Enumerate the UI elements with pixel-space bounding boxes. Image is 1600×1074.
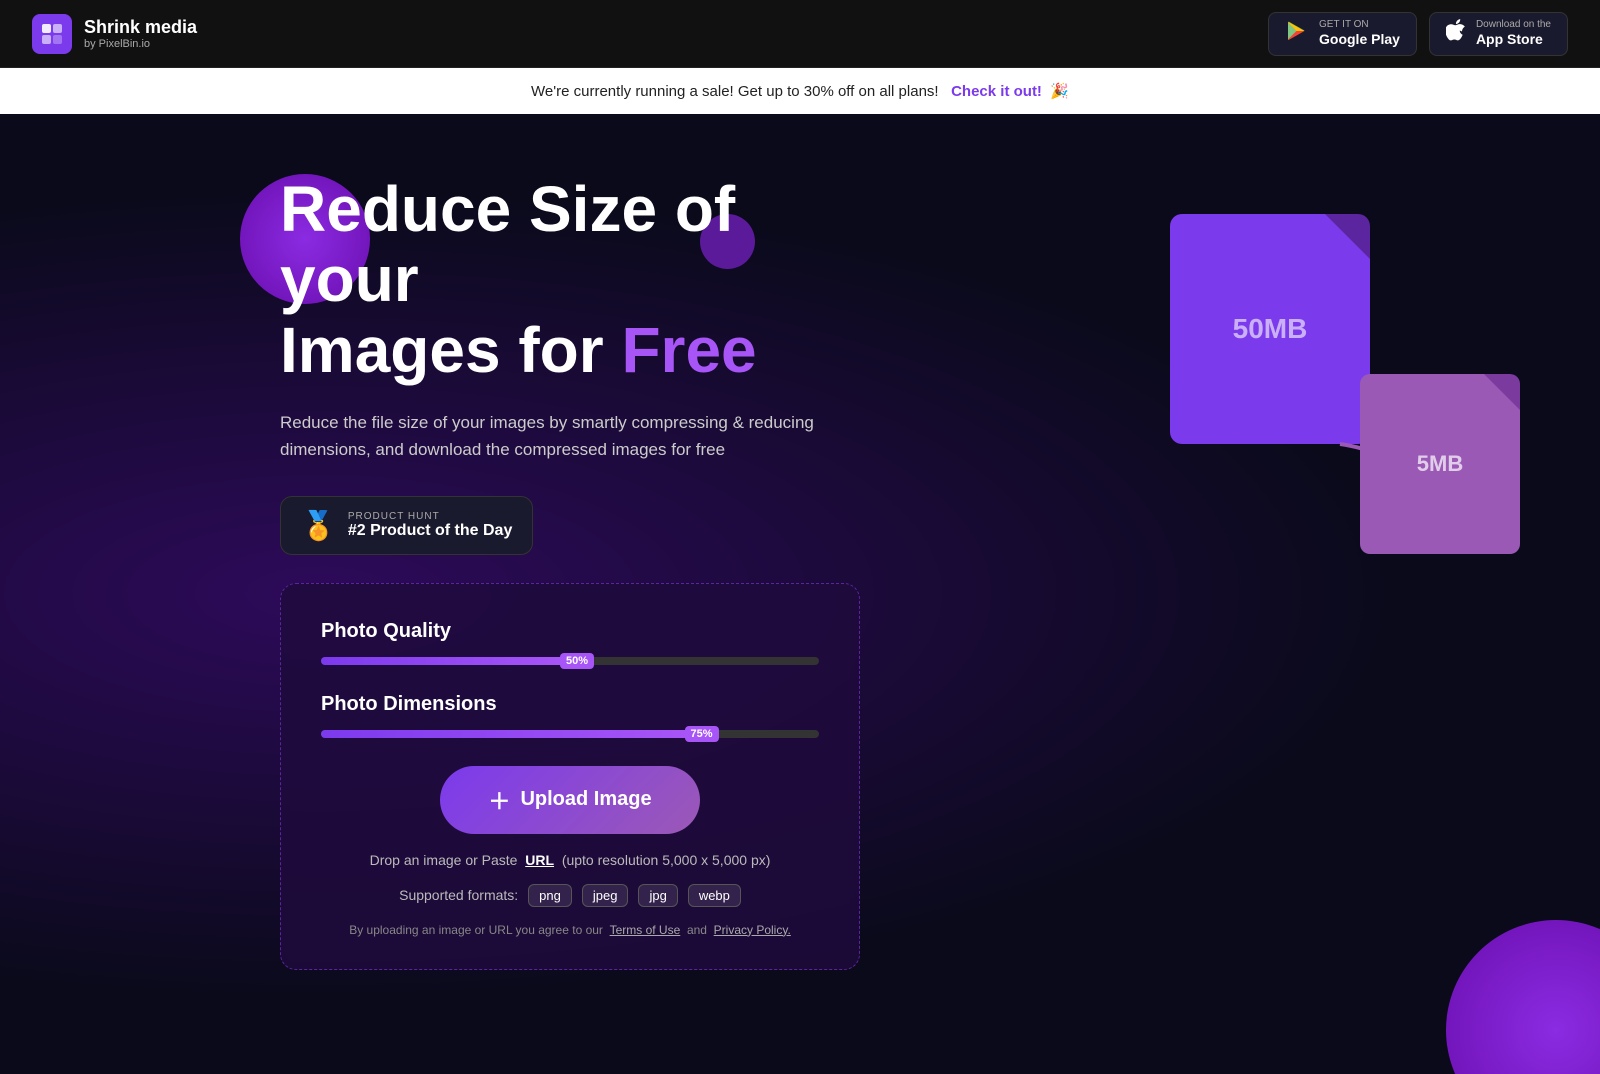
ph-label: PRODUCT HUNT: [348, 511, 512, 522]
paste-url-link[interactable]: URL: [525, 852, 554, 868]
file-illustration: 50MB 5MB: [1140, 214, 1520, 614]
upload-center: ＋ Upload Image Drop an image or Paste UR…: [321, 766, 819, 937]
hero-title-line1: Reduce Size of your: [280, 173, 735, 315]
store-buttons: GET IT ON Google Play Download on the Ap…: [1268, 12, 1568, 56]
upload-image-button[interactable]: ＋ Upload Image: [440, 766, 699, 834]
google-play-button[interactable]: GET IT ON Google Play: [1268, 12, 1417, 56]
google-play-text: GET IT ON Google Play: [1319, 19, 1400, 48]
banner-text: We're currently running a sale! Get up t…: [531, 83, 939, 100]
hero-title-line2-prefix: Images for: [280, 314, 621, 386]
hero-title-accent: Free: [621, 314, 756, 386]
terms-text: By uploading an image or URL you agree t…: [321, 923, 819, 937]
logo-area: Shrink media by PixelBin.io: [32, 14, 197, 54]
ph-text: PRODUCT HUNT #2 Product of the Day: [348, 511, 512, 540]
hero-title: Reduce Size of your Images for Free: [280, 174, 860, 385]
decorative-circle-bottom: [1446, 920, 1600, 1074]
quality-slider-fill: [321, 657, 570, 665]
google-play-icon: [1285, 19, 1309, 49]
quality-label: Photo Quality: [321, 620, 819, 643]
hero-content: Reduce Size of your Images for Free Redu…: [0, 174, 860, 970]
terms-of-use-link[interactable]: Terms of Use: [610, 923, 681, 937]
file-card-large: 50MB: [1170, 214, 1370, 444]
brand-sub: by PixelBin.io: [84, 38, 197, 50]
quality-slider-thumb: 50%: [560, 653, 594, 669]
app-store-button[interactable]: Download on the App Store: [1429, 12, 1568, 56]
logo-icon: [32, 14, 72, 54]
format-webp: webp: [688, 884, 741, 907]
drop-text: Drop an image or Paste URL (upto resolut…: [321, 852, 819, 868]
upload-card: Photo Quality 50% Photo Dimensions 75% ＋: [280, 583, 860, 970]
format-jpg: jpg: [638, 884, 677, 907]
ph-medal-icon: 🏅: [301, 509, 336, 542]
upload-btn-label: Upload Image: [520, 788, 651, 811]
navbar: Shrink media by PixelBin.io GET IT ON Go…: [0, 0, 1600, 68]
file-card-small: 5MB: [1360, 374, 1520, 554]
quality-slider-section: Photo Quality 50%: [321, 620, 819, 665]
plus-icon: ＋: [488, 784, 510, 816]
format-jpeg: jpeg: [582, 884, 629, 907]
dimensions-label: Photo Dimensions: [321, 693, 819, 716]
logo-text: Shrink media by PixelBin.io: [84, 17, 197, 50]
banner-link[interactable]: Check it out!: [951, 83, 1042, 100]
dimensions-slider-thumb: 75%: [685, 726, 719, 742]
quality-slider-track[interactable]: 50%: [321, 657, 819, 665]
promo-banner: We're currently running a sale! Get up t…: [0, 68, 1600, 114]
app-store-text: Download on the App Store: [1476, 19, 1551, 48]
brand-name: Shrink media: [84, 17, 197, 38]
formats-line: Supported formats: png jpeg jpg webp: [321, 884, 819, 907]
banner-emoji: 🎉: [1050, 83, 1069, 100]
dimensions-slider-track[interactable]: 75%: [321, 730, 819, 738]
dimensions-slider-fill: [321, 730, 695, 738]
product-hunt-badge: 🏅 PRODUCT HUNT #2 Product of the Day: [280, 496, 533, 555]
hero-section: 50MB 5MB Reduce Size of your Images for …: [0, 114, 1600, 1074]
format-png: png: [528, 884, 572, 907]
privacy-policy-link[interactable]: Privacy Policy.: [714, 923, 791, 937]
hero-subtitle: Reduce the file size of your images by s…: [280, 409, 820, 463]
ph-title: #2 Product of the Day: [348, 522, 512, 540]
dimensions-slider-section: Photo Dimensions 75%: [321, 693, 819, 738]
apple-icon: [1446, 19, 1466, 49]
